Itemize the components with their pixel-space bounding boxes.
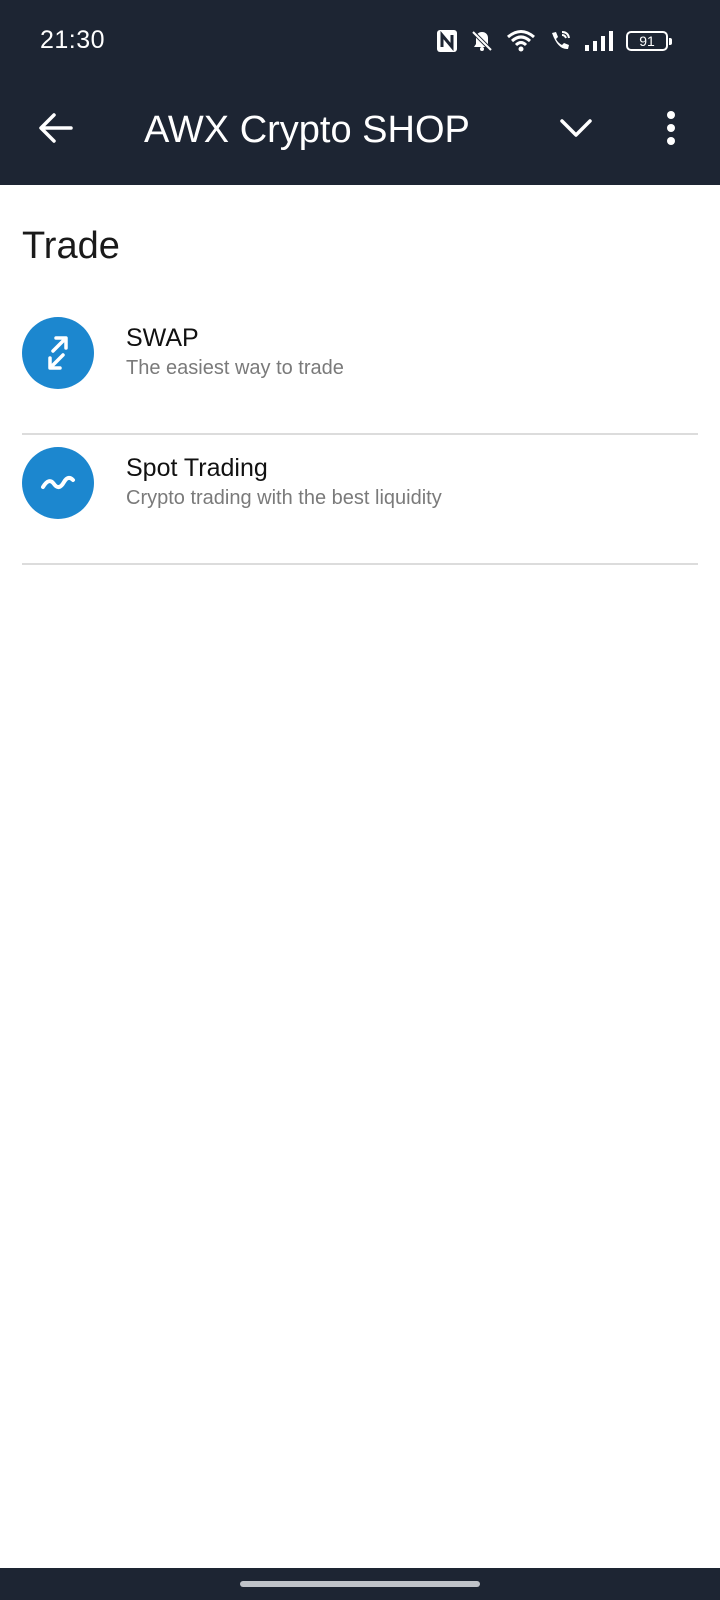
back-button[interactable] (30, 104, 82, 156)
app-bar: AWX Crypto SHOP (0, 82, 720, 185)
system-nav-bar (0, 1568, 720, 1600)
home-indicator[interactable] (240, 1581, 480, 1587)
section-title: Trade (22, 225, 120, 267)
bell-off-icon (470, 29, 494, 53)
arrow-left-icon (38, 112, 74, 149)
list-item-title: SWAP (126, 324, 199, 352)
chevron-down-icon (559, 118, 593, 143)
nfc-icon (436, 29, 458, 53)
list-item-swap[interactable]: SWAP The easiest way to trade (22, 305, 698, 435)
more-options-button[interactable] (645, 104, 697, 156)
list-item-text: Spot Trading Crypto trading with the bes… (126, 453, 442, 511)
status-bar: 21:30 91 (0, 0, 720, 82)
battery-icon: 91 (626, 31, 672, 51)
header-area: 21:30 91 AWX Crypto SHOP (0, 0, 720, 185)
trend-wave-icon (22, 447, 94, 519)
dropdown-button[interactable] (550, 104, 602, 156)
app-title: AWX Crypto SHOP (144, 109, 470, 151)
trade-options-list: SWAP The easiest way to trade Spot Tradi… (22, 305, 698, 565)
list-item-title: Spot Trading (126, 454, 268, 482)
app-screen: 21:30 91 AWX Crypto SHOP Trade SWAP The … (0, 0, 720, 1600)
list-item-spot-trading[interactable]: Spot Trading Crypto trading with the bes… (22, 435, 698, 565)
wifi-icon (506, 29, 536, 53)
list-item-subtitle: The easiest way to trade (126, 357, 344, 379)
signal-icon (584, 30, 614, 52)
list-item-subtitle: Crypto trading with the best liquidity (126, 487, 442, 509)
more-vertical-icon (665, 110, 677, 151)
status-time: 21:30 (40, 26, 106, 54)
list-item-text: SWAP The easiest way to trade (126, 323, 344, 381)
swap-arrows-icon (22, 317, 94, 389)
status-icons: 91 (436, 26, 672, 56)
wifi-call-icon (548, 29, 572, 53)
